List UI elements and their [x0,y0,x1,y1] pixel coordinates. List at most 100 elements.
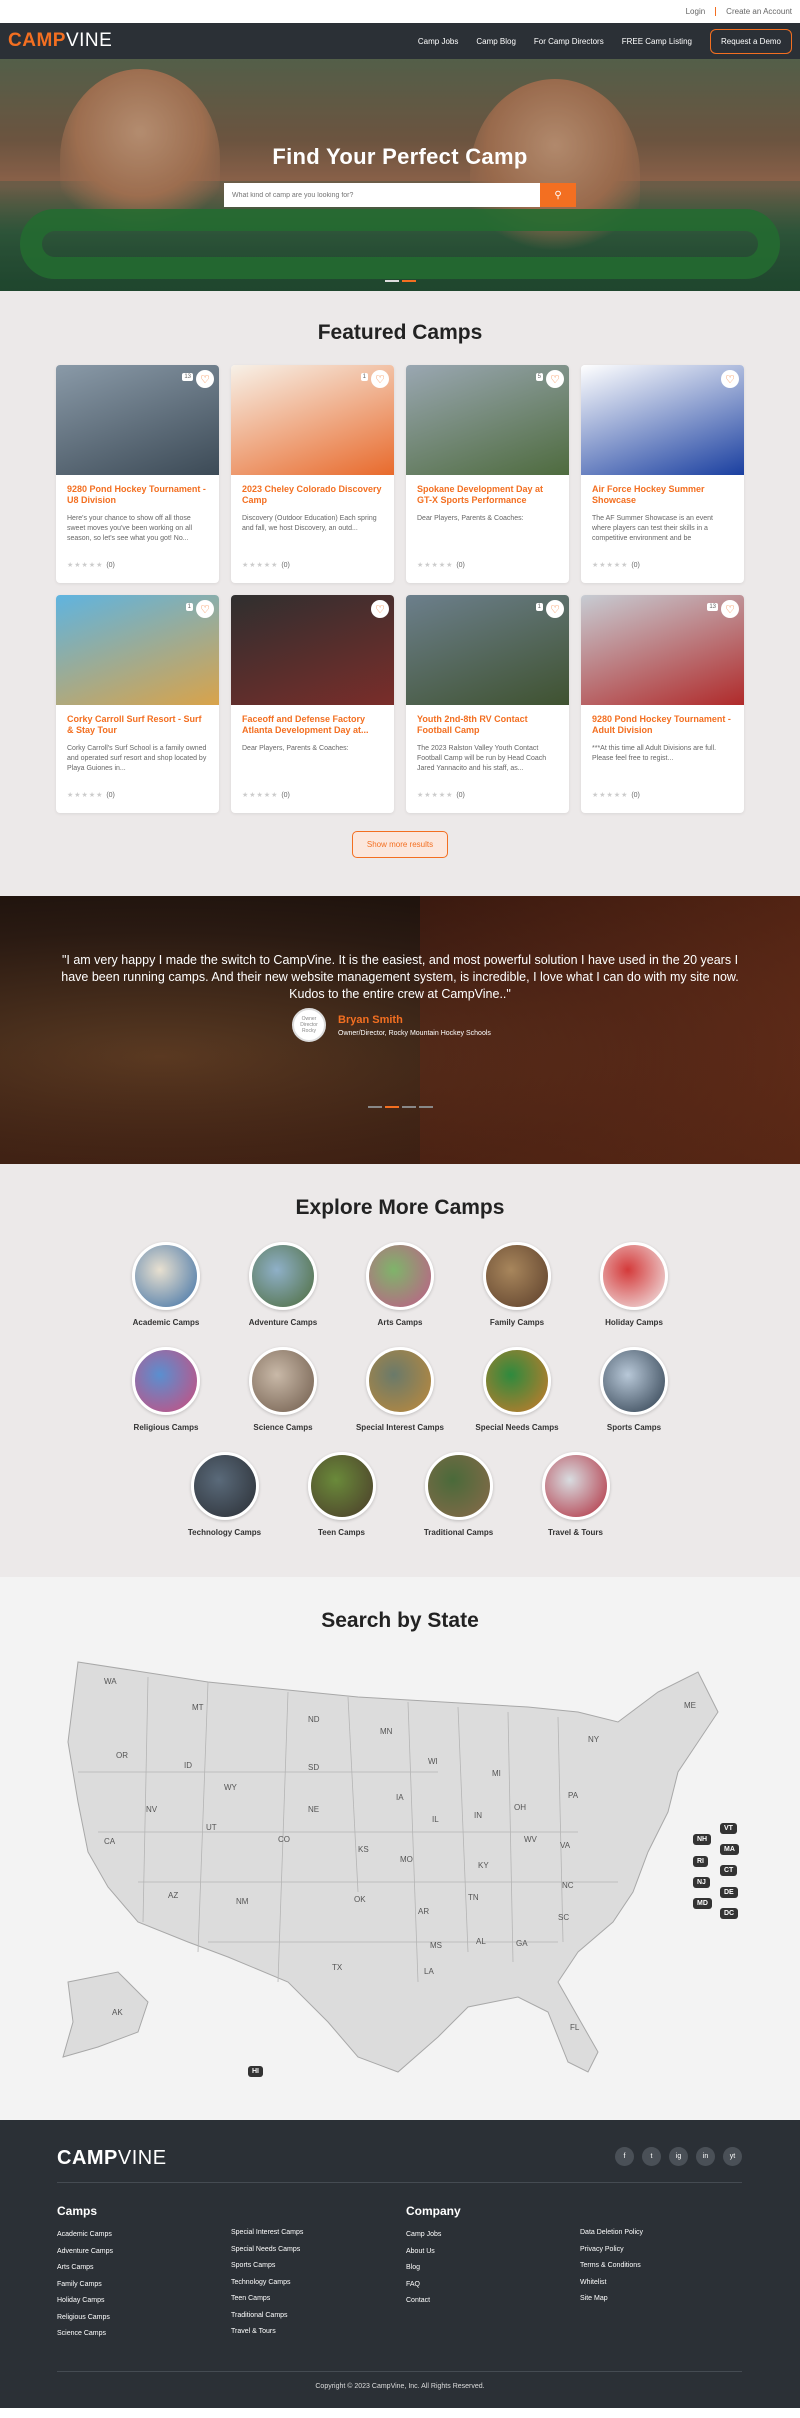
us-map[interactable]: WA MT ND MN OR ID SD WI MI NY ME WY NE IA IL IN OH PA NV UT… [58,1652,748,2092]
footer-logo[interactable]: CAMPVINE [57,2147,167,2170]
category-image[interactable] [132,1347,200,1415]
state-label[interactable]: OR [116,1751,128,1760]
category-label[interactable]: Arts Camps [342,1318,459,1327]
state-label[interactable]: TN [468,1893,479,1902]
camp-card[interactable]: 5 ♡ Spokane Development Day at GT-X Sports… [406,365,569,583]
category-item[interactable]: Academic Camps [108,1242,225,1327]
category-item[interactable]: Family Camps [459,1242,576,1327]
camp-card-title[interactable]: Spokane Development Day at GT-X Sports P… [417,484,558,508]
category-image[interactable] [600,1347,668,1415]
state-label[interactable]: MT [192,1703,204,1712]
login-link[interactable]: Login [686,7,706,16]
category-label[interactable]: Teen Camps [283,1528,400,1537]
footer-link[interactable]: Academic Camps [57,2231,113,2238]
request-demo-button[interactable]: Request a Demo [709,28,792,54]
camp-card[interactable]: ♡ Faceoff and Defense Factory Atlanta Dev… [231,595,394,813]
state-label[interactable]: IL [432,1815,439,1824]
state-label[interactable]: AR [418,1907,429,1916]
category-label[interactable]: Special Interest Camps [342,1423,459,1432]
category-label[interactable]: Travel & Tours [517,1528,634,1537]
category-item[interactable]: Science Camps [225,1347,342,1432]
category-label[interactable]: Religious Camps [108,1423,225,1432]
camp-card-title[interactable]: 9280 Pond Hockey Tournament - U8 Divisio… [67,484,208,508]
category-image[interactable] [132,1242,200,1310]
camp-card-image[interactable]: 1 ♡ [56,595,219,705]
state-chip[interactable]: MA [720,1844,739,1855]
camp-card-image[interactable]: 1 ♡ [406,595,569,705]
footer-link[interactable]: Family Camps [57,2281,113,2288]
camp-card-title[interactable]: Youth 2nd-8th RV Contact Football Camp [417,714,558,738]
carousel-dot[interactable] [385,280,399,282]
twitter-icon[interactable]: t [642,2147,661,2166]
linkedin-icon[interactable]: in [696,2147,715,2166]
camp-card-title[interactable]: 2023 Cheley Colorado Discovery Camp [242,484,383,508]
state-label[interactable]: OK [354,1895,366,1904]
footer-link[interactable]: Data Deletion Policy [580,2229,643,2236]
footer-link[interactable]: Camp Jobs [406,2231,461,2238]
search-input[interactable] [224,183,540,207]
state-label[interactable]: MN [380,1727,393,1736]
favorite-heart-icon[interactable]: ♡ [196,600,214,618]
favorite-heart-icon[interactable]: ♡ [196,370,214,388]
category-image[interactable] [483,1347,551,1415]
footer-link[interactable]: Adventure Camps [57,2248,113,2255]
state-label[interactable]: LA [424,1967,434,1976]
favorite-heart-icon[interactable]: ♡ [721,600,739,618]
state-label[interactable]: MO [400,1855,413,1864]
state-label[interactable]: WA [104,1677,117,1686]
footer-link[interactable]: Science Camps [57,2330,113,2337]
camp-card[interactable]: 1 ♡ Youth 2nd-8th RV Contact Football Camp… [406,595,569,813]
footer-link[interactable]: Holiday Camps [57,2297,113,2304]
favorite-heart-icon[interactable]: ♡ [546,370,564,388]
state-chip[interactable]: RI [693,1856,708,1867]
state-label[interactable]: NM [236,1897,249,1906]
footer-link[interactable]: About Us [406,2248,461,2255]
camp-card[interactable]: 13 ♡ 9280 Pond Hockey Tournament - U8 Divi… [56,365,219,583]
category-item[interactable]: Sports Camps [576,1347,693,1432]
youtube-icon[interactable]: yt [723,2147,742,2166]
favorite-heart-icon[interactable]: ♡ [371,370,389,388]
category-label[interactable]: Sports Camps [576,1423,693,1432]
nav-camp-jobs[interactable]: Camp Jobs [418,37,458,46]
state-label[interactable]: SC [558,1913,569,1922]
footer-link[interactable]: Blog [406,2264,461,2271]
state-label[interactable]: MS [430,1941,442,1950]
facebook-icon[interactable]: f [615,2147,634,2166]
category-label[interactable]: Technology Camps [166,1528,283,1537]
category-image[interactable] [307,1452,376,1520]
state-label[interactable]: TX [332,1963,343,1972]
favorite-heart-icon[interactable]: ♡ [371,600,389,618]
category-item[interactable]: Adventure Camps [225,1242,342,1327]
category-image[interactable] [541,1452,610,1520]
state-chip[interactable]: DE [720,1887,738,1898]
carousel-dot-active[interactable] [402,280,416,282]
category-label[interactable]: Traditional Camps [400,1528,517,1537]
category-item[interactable]: Holiday Camps [576,1242,693,1327]
state-label[interactable]: MI [492,1769,501,1778]
create-account-link[interactable]: Create an Account [726,7,792,16]
footer-link[interactable]: Special Interest Camps [231,2229,303,2236]
camp-card-title[interactable]: 9280 Pond Hockey Tournament - Adult Divi… [592,714,733,738]
state-label[interactable]: NC [562,1881,574,1890]
state-label[interactable]: IN [474,1811,482,1820]
camp-card-image[interactable]: 5 ♡ [406,365,569,475]
state-alaska[interactable] [62,1971,149,2058]
favorite-heart-icon[interactable]: ♡ [721,370,739,388]
camp-card[interactable]: 13 ♡ 9280 Pond Hockey Tournament - Adult D… [581,595,744,813]
state-label[interactable]: KS [358,1845,369,1854]
footer-link[interactable]: Whitelist [580,2279,643,2286]
camp-card-title[interactable]: Air Force Hockey Summer Showcase [592,484,733,508]
category-item[interactable]: Special Needs Camps [459,1347,576,1432]
category-label[interactable]: Adventure Camps [225,1318,342,1327]
state-label[interactable]: AL [476,1937,486,1946]
state-label[interactable]: NE [308,1805,319,1814]
category-image[interactable] [600,1242,668,1310]
footer-link[interactable]: Sports Camps [231,2262,303,2269]
footer-link[interactable]: Contact [406,2297,461,2304]
camp-card[interactable]: 1 ♡ 2023 Cheley Colorado Discovery Camp Dis… [231,365,394,583]
category-image[interactable] [249,1347,317,1415]
us-map-outline[interactable] [67,1661,719,2073]
state-chip[interactable]: MD [693,1898,712,1909]
state-chip[interactable]: VT [720,1823,737,1834]
footer-link[interactable]: Travel & Tours [231,2328,303,2335]
